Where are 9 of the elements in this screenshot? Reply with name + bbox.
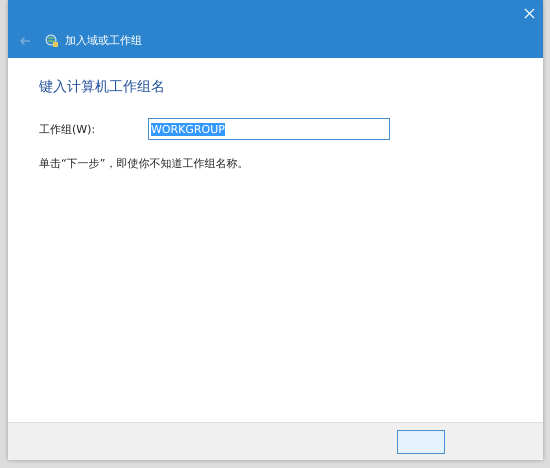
field-label: 工作组(W):: [39, 122, 96, 136]
workgroup-field[interactable]: WORKGROUP: [148, 118, 390, 140]
window-title: 加入域或工作组: [65, 33, 142, 48]
network-icon: [45, 34, 59, 48]
footer-button[interactable]: [397, 430, 445, 454]
back-arrow-icon[interactable]: [19, 36, 31, 46]
hint-text: 单击“下一步”，即使你不知道工作组名称。: [39, 156, 250, 171]
page-heading: 键入计算机工作组名: [39, 78, 166, 96]
close-icon[interactable]: [524, 8, 535, 19]
